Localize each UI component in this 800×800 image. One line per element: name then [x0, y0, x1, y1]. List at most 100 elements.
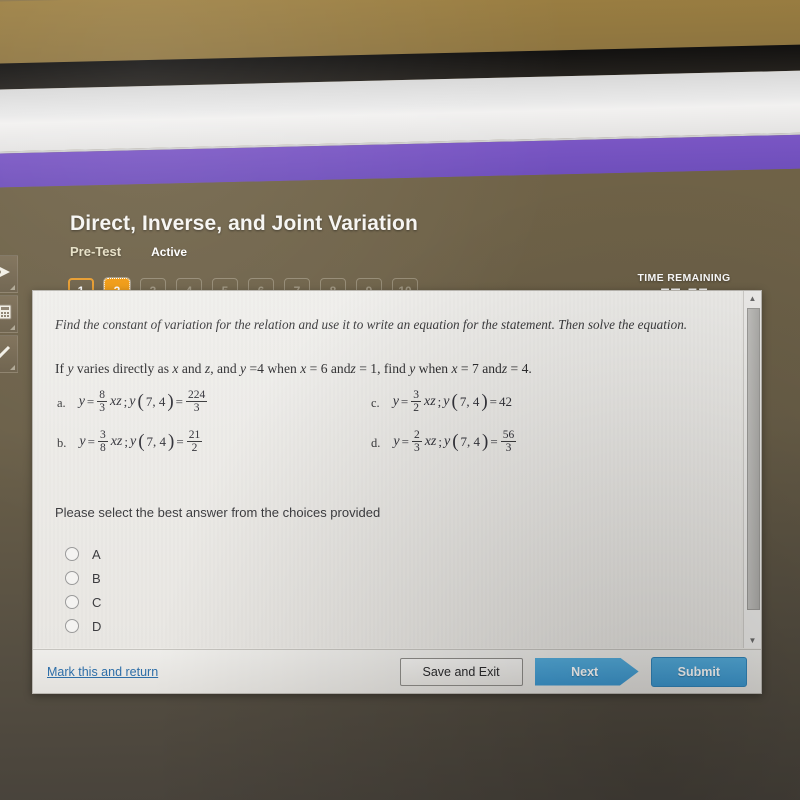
radio-row-a[interactable]: A: [65, 542, 721, 566]
choice-a-result-fraction: 224 3: [186, 389, 208, 415]
pointer-icon: [0, 264, 12, 285]
statement-p10: = 7 and: [457, 361, 502, 376]
statement-p1: If: [55, 361, 68, 376]
choice-c-result-equals: =: [489, 394, 498, 410]
question-prompt: Find the constant of variation for the r…: [55, 317, 688, 332]
choice-b-var-y: y: [79, 433, 86, 449]
choice-d-var-y: y: [393, 433, 400, 449]
scroll-up-arrow-icon[interactable]: ▲: [744, 291, 761, 306]
choice-a-args: 7, 4: [145, 394, 166, 410]
statement-p3: and: [178, 361, 205, 376]
choice-a-k-num: 8: [97, 389, 107, 403]
choice-a-func-y: y: [129, 393, 136, 409]
choice-b-result-fraction: 21 2: [186, 429, 203, 455]
mark-this-and-return-link[interactable]: Mark this and return: [47, 665, 158, 679]
statement-p4: , and: [210, 361, 241, 376]
statement-p9: when: [415, 361, 452, 376]
choice-c-paren-open: (: [451, 391, 458, 413]
statement-p8: = 1, find: [355, 361, 410, 376]
choice-a-equals: =: [86, 394, 95, 410]
radio-row-b[interactable]: B: [65, 566, 721, 590]
choice-d-xz: xz: [424, 433, 437, 449]
choice-c-func-y: y: [443, 393, 450, 409]
choice-b-xz: xz: [110, 433, 123, 449]
choice-b-equals: =: [87, 434, 95, 450]
question-scroll-area[interactable]: Find the constant of variation for the r…: [33, 291, 743, 648]
choice-c[interactable]: c. y = 3 2 xz ; y ( 7, 4 ) = 42: [371, 389, 512, 415]
vertical-scrollbar[interactable]: ▲ ▼: [743, 291, 761, 648]
statement-p7: = 6 and: [306, 361, 351, 376]
radio-row-c[interactable]: C: [65, 590, 721, 614]
select-answer-instruction: Please select the best answer from the c…: [55, 505, 381, 520]
choice-a-equation: y = 8 3 xz ; y ( 7, 4 ) = 224 3: [79, 389, 209, 415]
choice-c-k-fraction: 3 2: [411, 389, 421, 415]
choice-c-var-y: y: [392, 393, 399, 409]
choice-d-result-den: 3: [505, 442, 512, 455]
radio-button-a[interactable]: [65, 547, 79, 561]
choice-d-k-den: 3: [413, 442, 420, 455]
choice-b-paren-open: (: [138, 431, 145, 453]
choice-b[interactable]: b. y = 3 8 xz ; y ( 7, 4 ) = 21 2: [57, 429, 203, 455]
statement-p2: varies directly as: [73, 361, 173, 376]
choice-c-k-num: 3: [411, 389, 421, 403]
choice-a-result-equals: =: [175, 394, 184, 410]
statement-p11: = 4.: [507, 361, 532, 376]
choice-d-result-num: 56: [500, 429, 517, 443]
pointer-tool-button[interactable]: [0, 255, 18, 293]
scrollbar-thumb[interactable]: [747, 308, 760, 610]
choice-a[interactable]: a. y = 8 3 xz ; y ( 7, 4 ) = 224 3: [57, 389, 208, 415]
choice-a-var-y: y: [78, 393, 85, 409]
choice-b-args: 7, 4: [146, 434, 167, 450]
choice-a-k-fraction: 8 3: [97, 389, 107, 415]
statement-p5: =: [246, 361, 258, 376]
choice-a-paren-open: (: [137, 391, 144, 413]
choice-b-result-num: 21: [186, 429, 203, 443]
choice-a-letter: a.: [57, 396, 66, 410]
choice-b-k-num: 3: [97, 429, 108, 443]
statement-p6: when: [263, 361, 301, 376]
submit-button[interactable]: Submit: [650, 656, 747, 687]
radio-button-d[interactable]: [65, 619, 79, 633]
choice-b-semicolon: ;: [124, 434, 128, 450]
page-header: Direct, Inverse, and Joint Variation Pre…: [70, 212, 770, 259]
question-statement: If y varies directly as x and z, and y =…: [55, 361, 721, 377]
radio-label-b: B: [92, 570, 101, 586]
choice-c-semicolon: ;: [437, 394, 442, 410]
radio-label-c: C: [92, 594, 102, 610]
choice-b-equation: y = 3 8 xz ; y ( 7, 4 ) = 21 2: [79, 429, 203, 455]
pretest-label: Pre-Test: [70, 244, 122, 259]
calculator-icon: [0, 304, 12, 325]
page-title: Direct, Inverse, and Joint Variation: [70, 212, 418, 235]
choice-d-paren-close: ): [482, 431, 489, 453]
calculator-tool-button[interactable]: [0, 295, 18, 333]
choice-d-result-fraction: 56 3: [500, 429, 517, 455]
choice-d-k-num: 2: [411, 429, 422, 443]
choice-d-paren-open: (: [452, 431, 459, 453]
radio-button-b[interactable]: [65, 571, 79, 585]
choice-a-result-num: 224: [186, 389, 208, 403]
subtitle-row: Pre-Test Active: [70, 244, 770, 259]
choice-d-equation: y = 2 3 xz ; y ( 7, 4 ) = 56 3: [393, 429, 517, 455]
radio-button-c[interactable]: [65, 595, 79, 609]
scroll-down-arrow-icon[interactable]: ▼: [744, 633, 761, 648]
choice-b-k-den: 8: [99, 442, 106, 455]
footer-action-bar: Mark this and return Save and Exit Next …: [33, 649, 761, 693]
save-and-exit-button[interactable]: Save and Exit: [399, 657, 523, 686]
choice-d-result-equals: =: [490, 434, 498, 450]
next-button[interactable]: Next: [534, 657, 639, 686]
radio-row-d[interactable]: D: [65, 614, 721, 638]
choice-b-letter: b.: [57, 436, 67, 450]
choice-c-result-whole: 42: [499, 394, 513, 410]
choice-c-letter: c.: [371, 396, 380, 410]
choice-a-paren-close: ): [167, 391, 174, 413]
choice-a-xz: xz: [110, 393, 122, 409]
footer-buttons: Save and Exit Next Submit: [399, 656, 747, 687]
choice-c-xz: xz: [424, 393, 436, 409]
active-status-label: Active: [151, 245, 188, 259]
radio-label-d: D: [92, 618, 102, 634]
choice-c-equation: y = 3 2 xz ; y ( 7, 4 ) = 42: [393, 389, 512, 415]
tool-rail: [0, 255, 18, 375]
choice-d[interactable]: d. y = 2 3 xz ; y ( 7, 4 ) = 56 3: [371, 429, 517, 455]
pencil-tool-button[interactable]: [0, 335, 18, 373]
radio-label-a: A: [92, 546, 101, 562]
